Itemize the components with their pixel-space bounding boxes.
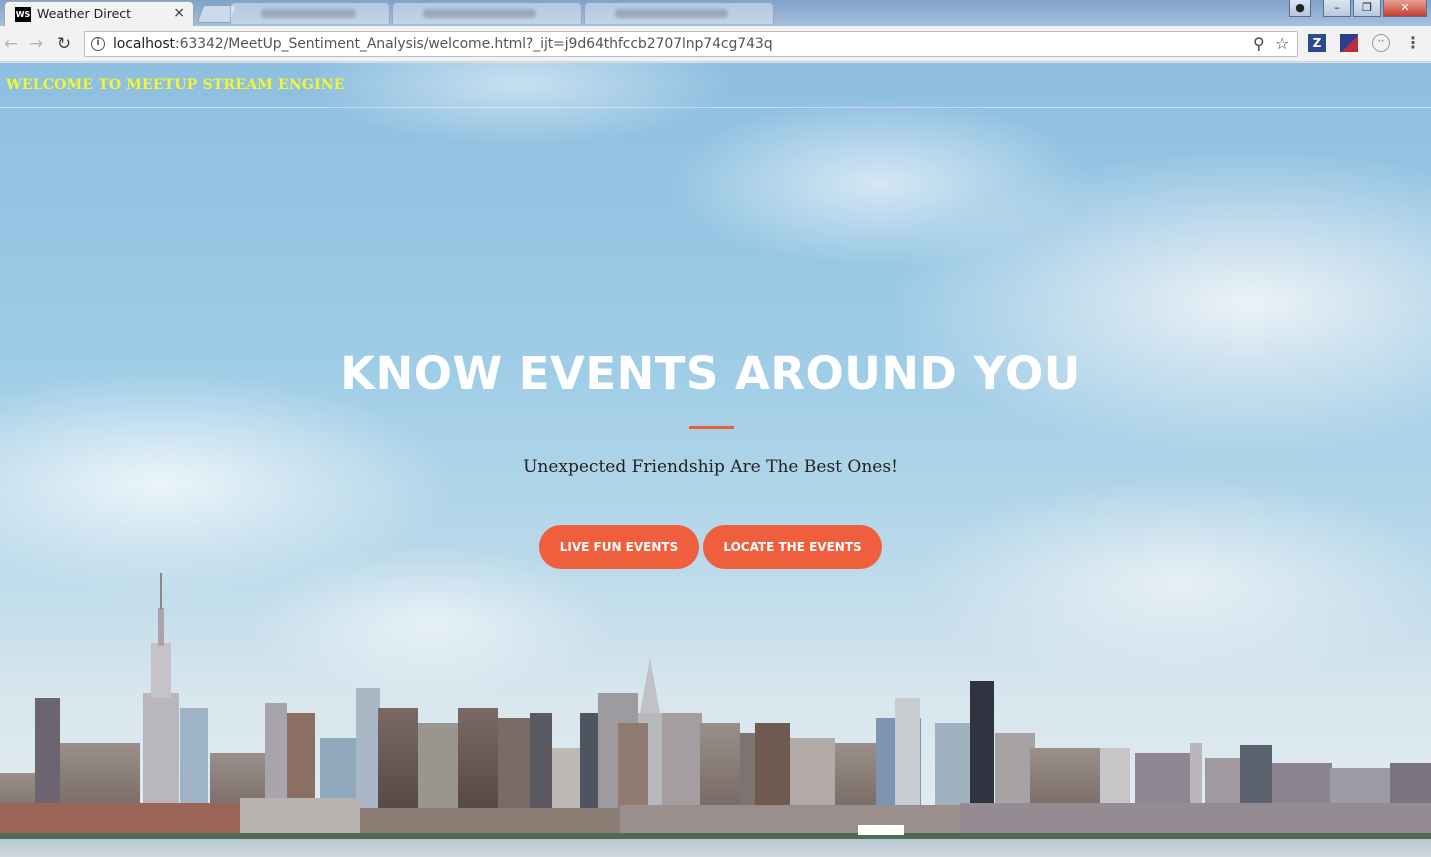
url-host: localhost: [113, 36, 175, 52]
brand-title[interactable]: WELCOME TO MEETUP STREAM ENGINE: [6, 77, 345, 93]
restore-button[interactable]: ❐: [1353, 0, 1381, 17]
tab-title: Weather Direct: [37, 6, 132, 21]
tab-close-icon[interactable]: ×: [173, 5, 185, 21]
background-tab[interactable]: [584, 2, 774, 24]
forward-icon[interactable]: →: [25, 33, 47, 55]
window-close-button[interactable]: ✕: [1383, 0, 1427, 17]
hero-divider: [689, 426, 734, 429]
active-tab[interactable]: WS Weather Direct ×: [4, 1, 194, 26]
url-path: :63342/MeetUp_Sentiment_Analysis/welcome…: [174, 36, 773, 52]
zoom-icon[interactable]: ⚲: [1253, 34, 1265, 54]
city-skyline-image: [0, 573, 1431, 857]
minimize-button[interactable]: –: [1323, 0, 1351, 17]
window-controls: ● – ❐ ✕: [1289, 0, 1427, 17]
hero-subtitle: Unexpected Friendship Are The Best Ones!: [523, 457, 898, 477]
site-header: WELCOME TO MEETUP STREAM ENGINE: [0, 63, 1431, 108]
user-profile-icon[interactable]: ●: [1289, 0, 1311, 17]
reload-icon[interactable]: ↻: [53, 33, 75, 55]
info-icon[interactable]: i: [91, 37, 105, 51]
back-icon[interactable]: ←: [0, 33, 22, 55]
webstorm-favicon-icon: WS: [15, 7, 31, 22]
star-icon[interactable]: ☆: [1275, 34, 1289, 54]
hero-title: KNOW EVENTS AROUND YOU: [340, 347, 1081, 400]
address-bar[interactable]: i localhost:63342/MeetUp_Sentiment_Analy…: [84, 31, 1298, 57]
flag-extension-icon[interactable]: [1340, 34, 1358, 52]
background-tab[interactable]: [230, 2, 390, 24]
z-extension-icon[interactable]: Z: [1308, 34, 1326, 52]
tab-strip: WS Weather Direct × ● – ❐ ✕: [0, 0, 1431, 26]
circle-extension-icon[interactable]: ··: [1372, 34, 1390, 52]
menu-icon[interactable]: ⋮: [1404, 34, 1422, 52]
url-text[interactable]: localhost:63342/MeetUp_Sentiment_Analysi…: [113, 36, 773, 52]
browser-toolbar: ← → ↻ i localhost:63342/MeetUp_Sentiment…: [0, 26, 1431, 62]
background-tab[interactable]: [392, 2, 582, 24]
hero-section: WELCOME TO MEETUP STREAM ENGINE KNOW EVE…: [0, 63, 1431, 857]
